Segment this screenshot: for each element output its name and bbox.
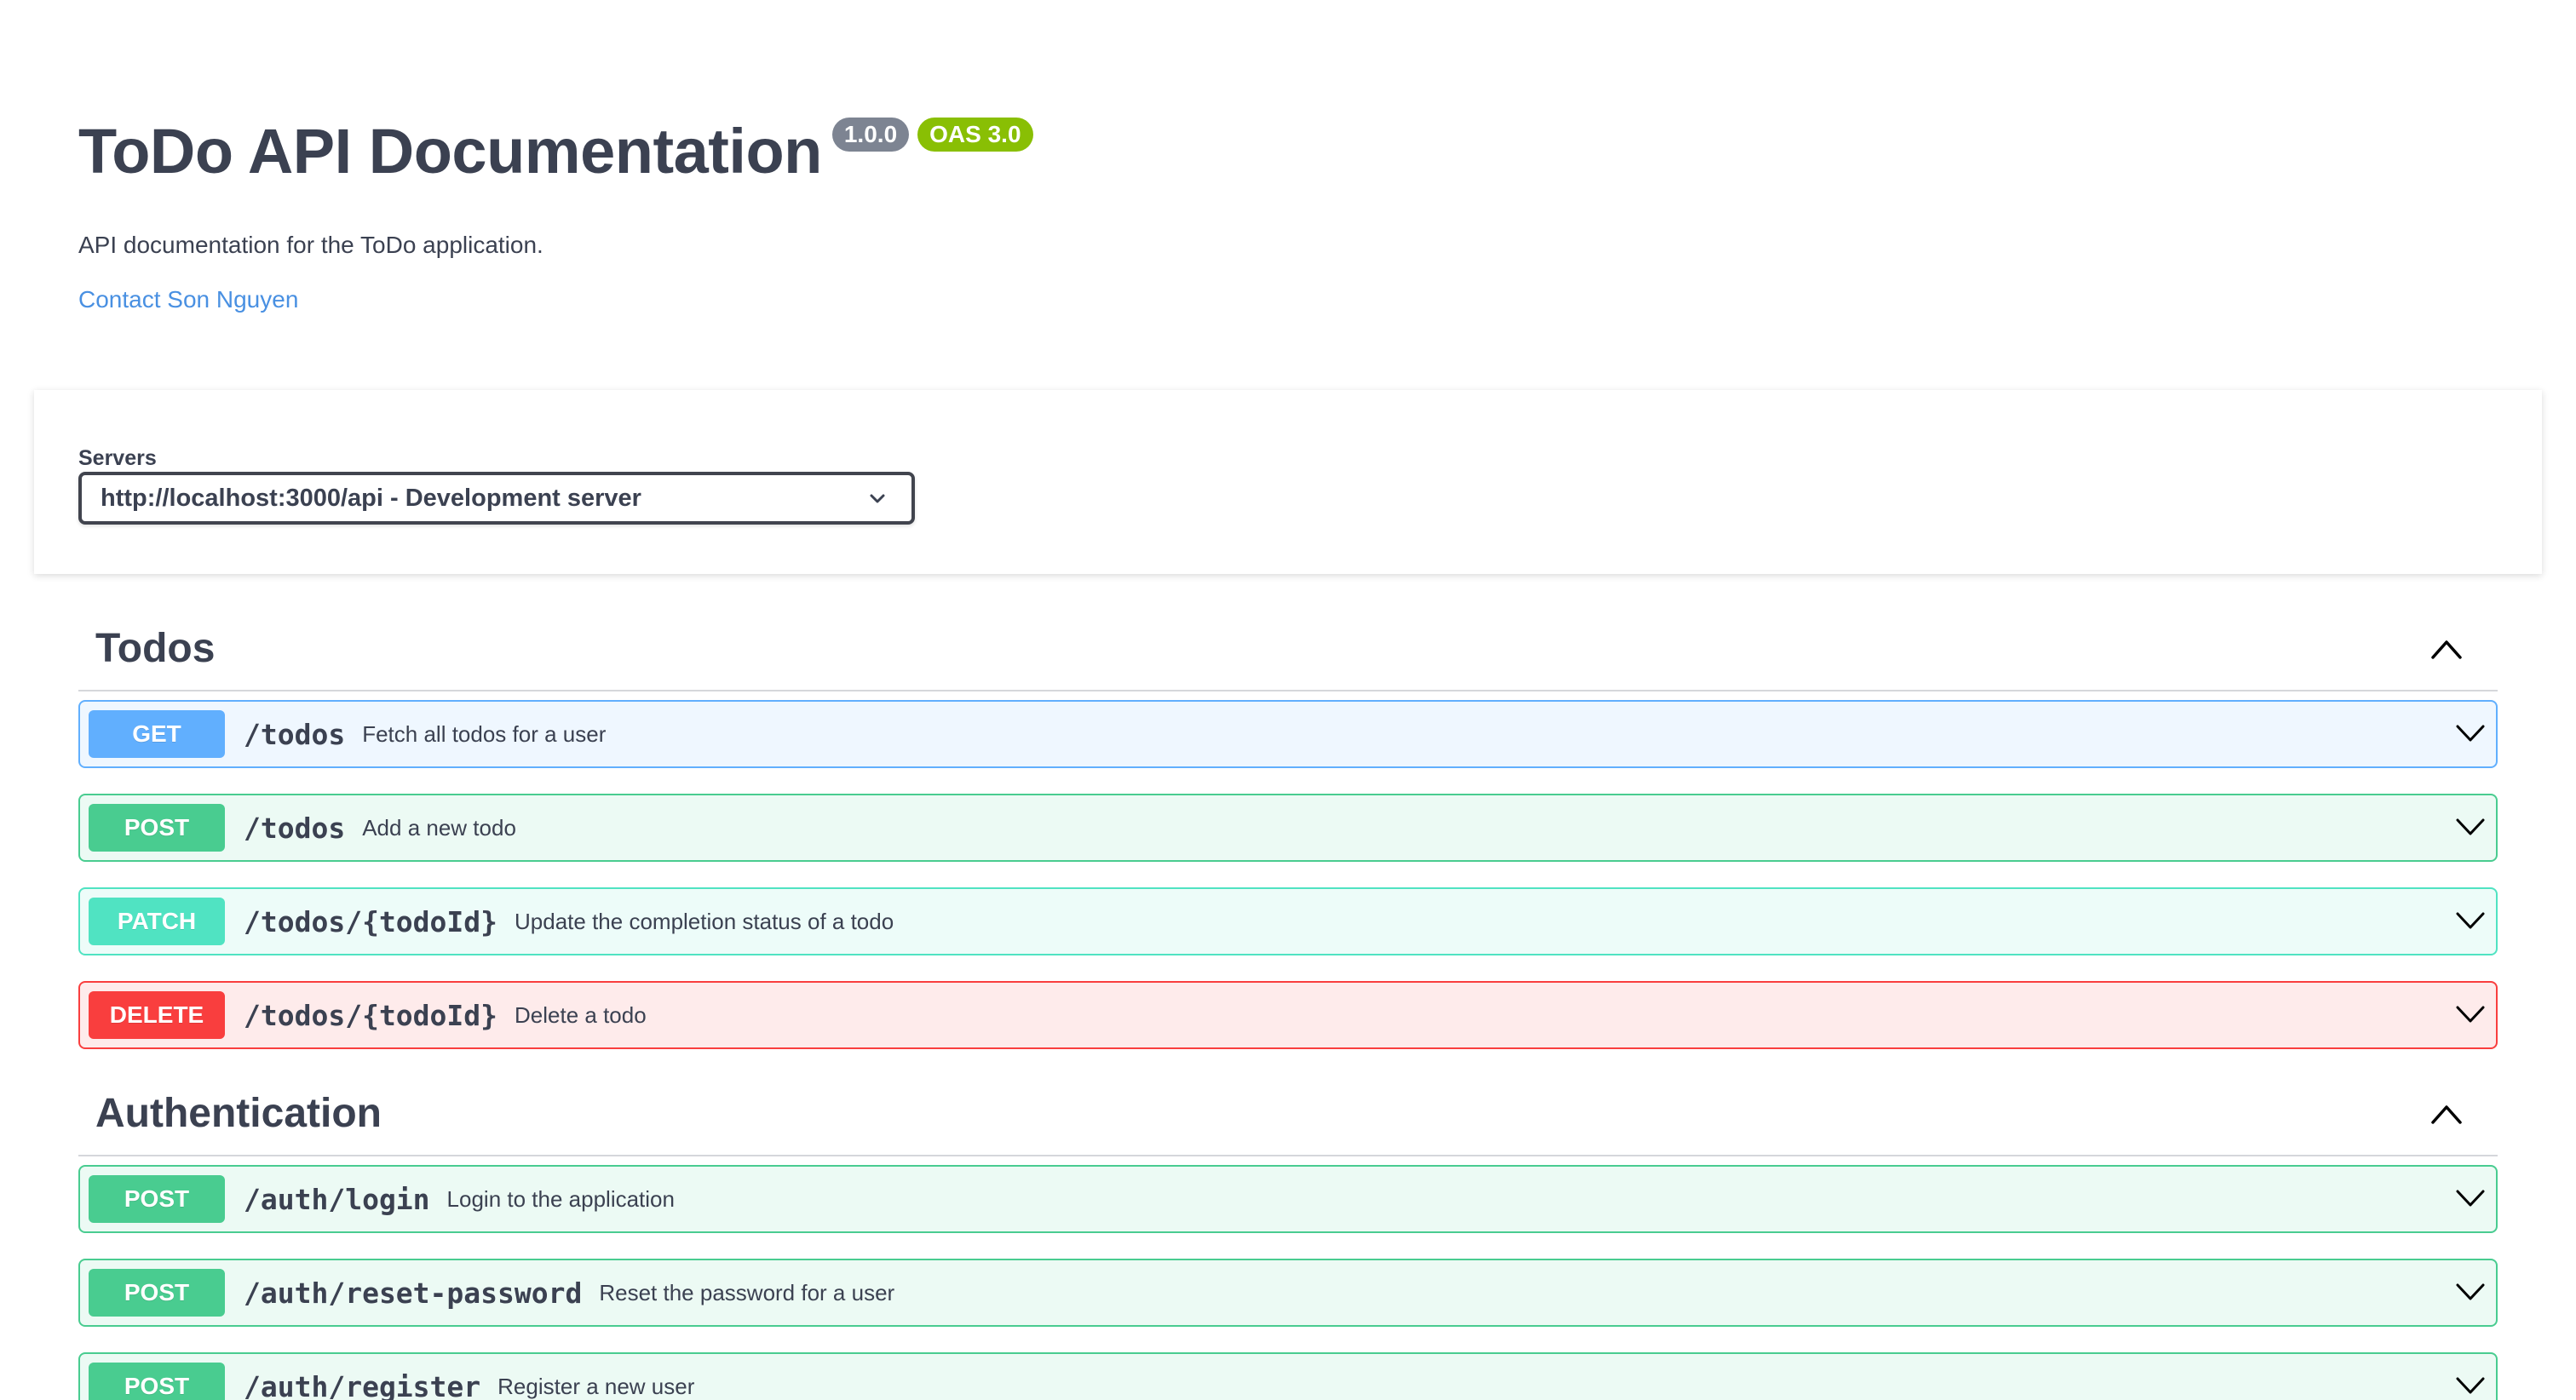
operation-path: /todos/{todoId}: [244, 998, 498, 1032]
chevron-down-icon[interactable]: [2455, 816, 2486, 838]
method-badge: POST: [89, 1175, 225, 1223]
chevron-down-icon[interactable]: [2455, 1281, 2486, 1303]
api-info: ToDo API Documentation 1.0.0 OAS 3.0 API…: [78, 109, 2498, 317]
operation-summary: Delete a todo: [515, 1001, 647, 1028]
operation-path: /todos: [244, 811, 346, 845]
method-badge: PATCH: [89, 898, 225, 945]
chevron-down-icon[interactable]: [2455, 909, 2486, 932]
operation-path: /auth/register: [244, 1369, 481, 1400]
operation-post-auth-login[interactable]: POST /auth/login Login to the applicatio…: [78, 1165, 2498, 1233]
title-row: ToDo API Documentation 1.0.0 OAS 3.0: [78, 109, 2498, 194]
operation-path: /todos/{todoId}: [244, 904, 498, 938]
operation-summary: Login to the application: [446, 1185, 675, 1212]
operation-summary: Reset the password for a user: [599, 1279, 895, 1305]
operation-path: /auth/reset-password: [244, 1276, 583, 1310]
tag-section-authentication: Authentication POST /auth/login Login to…: [78, 1071, 2498, 1400]
chevron-down-icon: [870, 494, 885, 503]
operation-path: /auth/login: [244, 1182, 430, 1216]
swagger-ui-page: ToDo API Documentation 1.0.0 OAS 3.0 API…: [0, 0, 2576, 1400]
chevron-down-icon[interactable]: [2455, 1187, 2486, 1209]
operation-path: /todos: [244, 717, 346, 751]
server-select[interactable]: http://localhost:3000/api - Development …: [78, 472, 915, 525]
server-select-value: http://localhost:3000/api - Development …: [101, 484, 641, 512]
method-badge: DELETE: [89, 991, 225, 1039]
tag-section-todos: Todos GET /todos Fetch all todos for a u…: [78, 606, 2498, 1049]
method-badge: POST: [89, 804, 225, 852]
operation-post-todos[interactable]: POST /todos Add a new todo: [78, 794, 2498, 862]
servers-label: Servers: [78, 446, 157, 470]
tag-header-authentication[interactable]: Authentication: [78, 1071, 2498, 1156]
chevron-down-icon[interactable]: [2455, 1374, 2486, 1397]
operation-post-auth-register[interactable]: POST /auth/register Register a new user: [78, 1352, 2498, 1400]
operation-summary: Add a new todo: [362, 814, 516, 841]
badges: 1.0.0 OAS 3.0: [831, 118, 1042, 152]
api-description: API documentation for the ToDo applicati…: [78, 232, 543, 258]
version-badge: 1.0.0: [831, 118, 910, 152]
operation-post-auth-reset-password[interactable]: POST /auth/reset-password Reset the pass…: [78, 1259, 2498, 1327]
operation-delete-todo[interactable]: DELETE /todos/{todoId} Delete a todo: [78, 981, 2498, 1049]
method-badge: GET: [89, 710, 225, 758]
chevron-up-icon[interactable]: [2429, 1102, 2464, 1126]
method-badge: POST: [89, 1363, 225, 1400]
tag-title: Authentication: [95, 1090, 382, 1136]
operation-get-todos[interactable]: GET /todos Fetch all todos for a user: [78, 700, 2498, 768]
operation-summary: Update the completion status of a todo: [515, 908, 894, 934]
method-badge: POST: [89, 1269, 225, 1317]
operation-summary: Register a new user: [497, 1373, 695, 1399]
tag-title: Todos: [95, 625, 216, 671]
chevron-down-icon[interactable]: [2455, 1003, 2486, 1025]
chevron-down-icon[interactable]: [2455, 722, 2486, 744]
operation-summary: Fetch all todos for a user: [362, 720, 607, 747]
oas-badge: OAS 3.0: [917, 118, 1033, 152]
tag-header-todos[interactable]: Todos: [78, 606, 2498, 691]
chevron-up-icon[interactable]: [2429, 637, 2464, 661]
operation-patch-todo[interactable]: PATCH /todos/{todoId} Update the complet…: [78, 887, 2498, 955]
servers-container: Servers http://localhost:3000/api - Deve…: [34, 390, 2542, 574]
contact-link[interactable]: Contact Son Nguyen: [78, 283, 298, 317]
page-title: ToDo API Documentation: [78, 116, 822, 186]
